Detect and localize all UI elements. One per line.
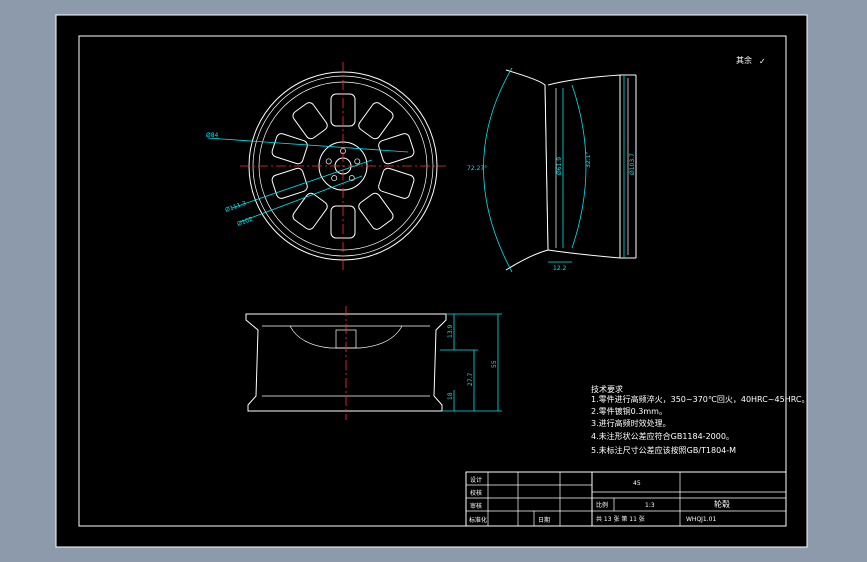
dim-sec-2: 27.7 — [467, 372, 474, 386]
roughness-symbol: ✓ — [759, 57, 766, 66]
paper-sheet — [56, 15, 807, 547]
tb-label-date: 日期 — [538, 516, 550, 524]
dim-side-3: Ø103.7 — [629, 153, 636, 175]
roughness-note: 其余 — [736, 55, 752, 65]
tech-heading: 技术要求 — [591, 384, 623, 394]
tb-label-checker: 校核 — [470, 489, 482, 497]
tech-item: 1.零件进行高频淬火，350~370℃回火，40HRC~45HRC。 — [591, 394, 809, 404]
tech-item: 3.进行高频时效处理。 — [591, 418, 671, 428]
dim-side-1: Ø61.9 — [556, 157, 563, 175]
tech-item: 4.未注形状公差应符合GB1184-2000。 — [591, 431, 734, 441]
tb-drawing-code: WHQJ1.01 — [686, 516, 716, 523]
dim-sec-3: 18 — [447, 392, 454, 400]
tb-material: 45 — [633, 480, 641, 487]
tb-part-name: 轮毂 — [714, 499, 730, 509]
tech-item: 2.零件镀铜0.3mm。 — [591, 406, 667, 416]
dim-side-0: 72.27° — [467, 165, 487, 172]
dim-side-4: 12.2 — [553, 265, 567, 272]
tb-label-approver: 审核 — [470, 502, 482, 510]
tech-item: 5.未标注尺寸公差应该按照GB/T1804-M — [591, 445, 736, 455]
tb-label-designer: 设计 — [470, 476, 482, 484]
cad-viewport[interactable]: 其余 ✓ Ø84 Ø111.3 Ø102 72.27° Ø61.9 32.1° … — [0, 0, 867, 562]
dim-side-2: 32.1° — [585, 152, 592, 168]
dim-sec-0: 13.9 — [447, 324, 454, 338]
dim-front-0: Ø84 — [206, 132, 219, 139]
tb-scale-label: 比例 — [596, 501, 608, 509]
tb-sheet-info: 共 13 张 第 11 张 — [596, 515, 645, 523]
tb-scale-value: 1:3 — [645, 502, 655, 509]
tb-label-standardization: 标准化 — [469, 516, 487, 524]
dim-sec-1: 55 — [491, 360, 498, 368]
drawing-canvas: 其余 ✓ Ø84 Ø111.3 Ø102 72.27° Ø61.9 32.1° … — [55, 14, 809, 548]
